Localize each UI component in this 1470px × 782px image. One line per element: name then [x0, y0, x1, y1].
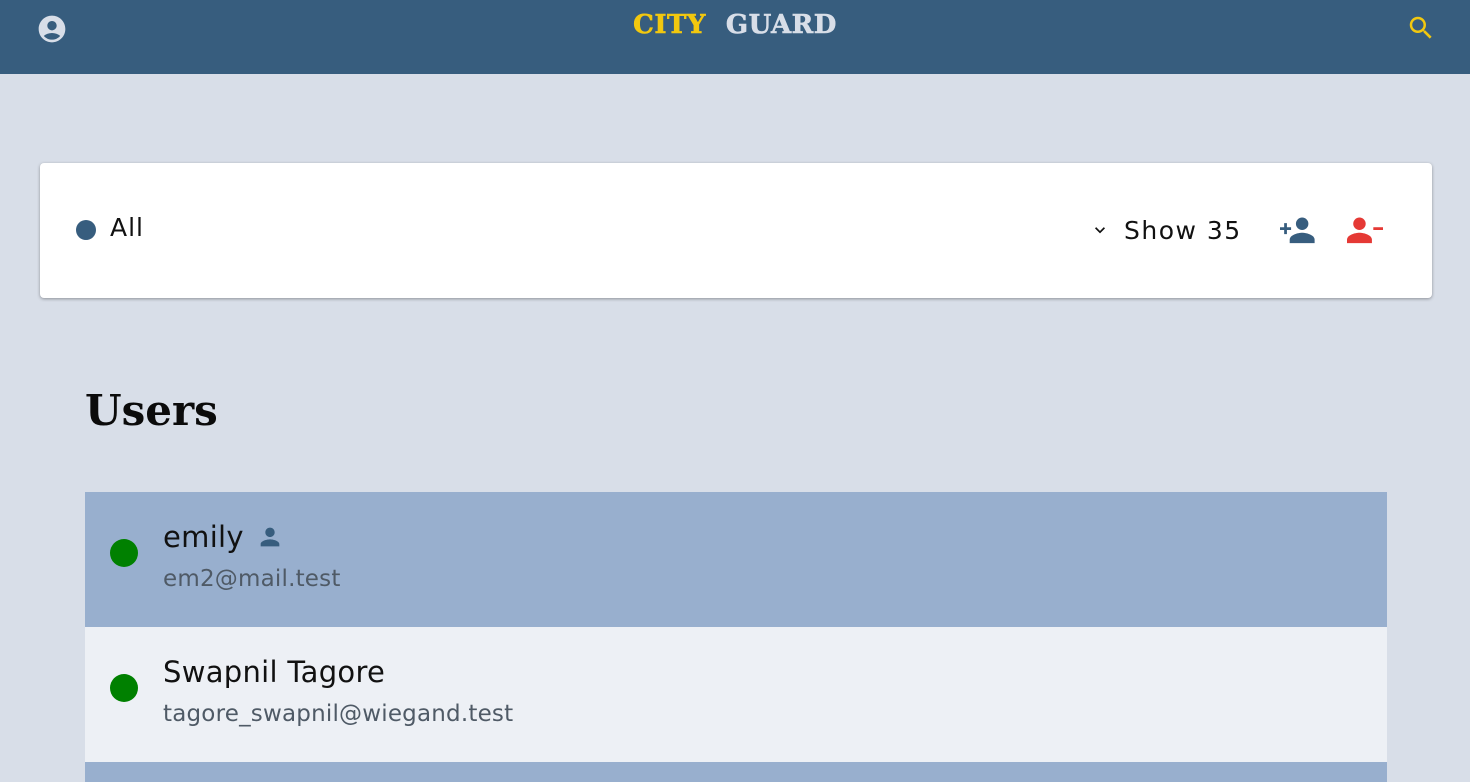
- show-count-dropdown[interactable]: Show 35: [1090, 213, 1242, 247]
- show-count-label: Show 35: [1124, 215, 1242, 245]
- user-email: em2@mail.test: [163, 566, 341, 592]
- user-name: emily: [163, 520, 244, 554]
- list-item[interactable]: emily em2@mail.test: [85, 492, 1387, 627]
- user-name: Swapnil Tagore: [163, 655, 386, 689]
- user-email: tagore_swapnil@wiegand.test: [163, 701, 514, 727]
- name-line: emily: [163, 520, 284, 554]
- brand-city: CITY: [633, 10, 706, 41]
- person-add-icon[interactable]: [1280, 213, 1316, 247]
- brand-logo: CITY GUARD: [0, 10, 1470, 41]
- user-list: emily em2@mail.test Swapnil Tagore tagor…: [85, 492, 1387, 782]
- list-item[interactable]: Swapnil Tagore tagore_swapnil@wiegand.te…: [85, 627, 1387, 762]
- brand-guard: GUARD: [725, 10, 837, 41]
- online-status-dot: [110, 539, 138, 567]
- person-icon: [260, 527, 280, 547]
- status-filter-label[interactable]: All: [110, 213, 144, 242]
- online-status-dot: [110, 674, 138, 702]
- person-remove-icon[interactable]: [1347, 213, 1383, 247]
- list-item[interactable]: [85, 762, 1387, 782]
- status-filter-dot: [76, 220, 96, 240]
- search-icon[interactable]: [1406, 13, 1436, 43]
- name-line: Swapnil Tagore: [163, 655, 385, 689]
- top-app-bar: CITY GUARD: [0, 0, 1470, 74]
- chevron-down-icon: [1095, 227, 1105, 234]
- filter-card: All Show 35: [40, 163, 1432, 298]
- page-title: Users: [85, 386, 218, 435]
